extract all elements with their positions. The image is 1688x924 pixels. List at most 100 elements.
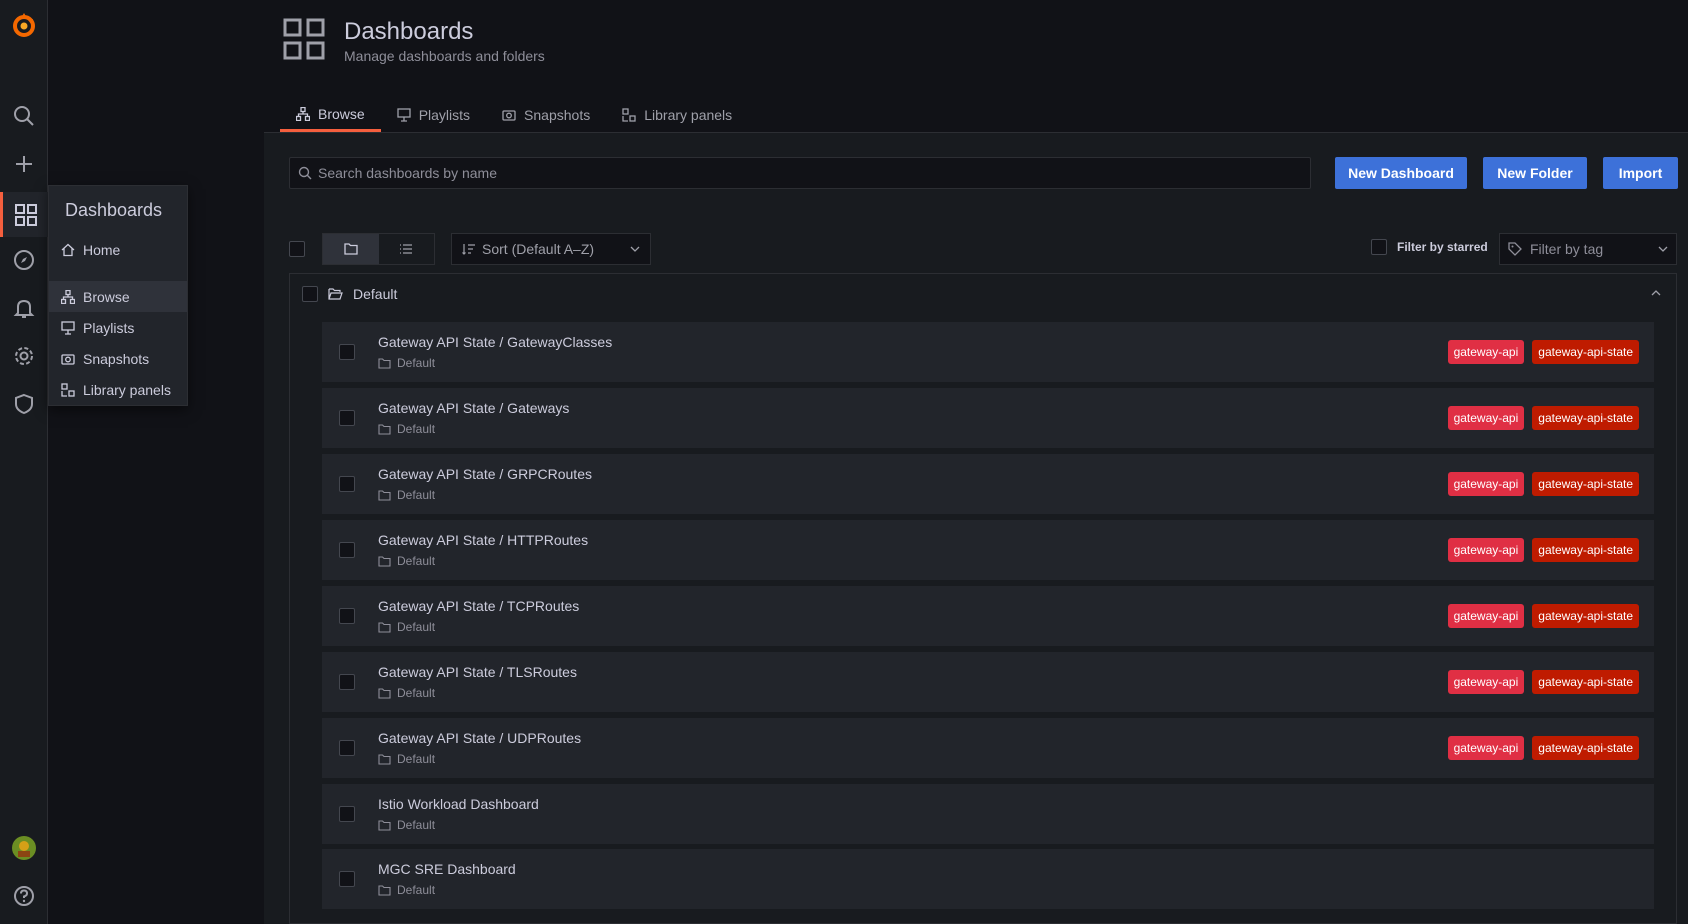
avatar[interactable] xyxy=(0,828,48,868)
dashboard-title[interactable]: Gateway API State / UDPRoutes xyxy=(378,730,581,746)
dashboard-folder: Default xyxy=(397,686,436,700)
row-checkbox[interactable] xyxy=(339,871,355,887)
dashboard-title[interactable]: Gateway API State / TLSRoutes xyxy=(378,664,577,680)
dashboard-title[interactable]: Gateway API State / Gateways xyxy=(378,400,569,416)
folder-checkbox[interactable] xyxy=(302,286,318,302)
row-checkbox[interactable] xyxy=(339,542,355,558)
tag-gateway-api-state[interactable]: gateway-api-state xyxy=(1532,472,1639,496)
folder-icon xyxy=(378,489,391,501)
chevron-up-icon[interactable] xyxy=(1651,290,1661,296)
tab-label: Snapshots xyxy=(524,107,591,123)
dashboards-icon[interactable] xyxy=(0,192,48,237)
gear-icon[interactable] xyxy=(0,336,48,376)
tab-browse[interactable]: Browse xyxy=(280,98,381,132)
dashboard-row[interactable]: Gateway API State / GatewayClasses Defau… xyxy=(322,322,1654,382)
folder-icon xyxy=(378,687,391,699)
presentation-icon xyxy=(397,108,411,122)
search-input[interactable] xyxy=(289,157,1311,189)
tag-gateway-api[interactable]: gateway-api xyxy=(1447,604,1525,628)
sitemap-icon xyxy=(296,106,310,121)
tag-gateway-api-state[interactable]: gateway-api-state xyxy=(1532,604,1639,628)
row-checkbox[interactable] xyxy=(339,806,355,822)
dashboard-title[interactable]: Gateway API State / TCPRoutes xyxy=(378,598,579,614)
flyout-item-library-panels[interactable]: Library panels xyxy=(49,374,187,405)
dashboards-flyout-menu: Dashboards Home Browse Playlists Snapsho… xyxy=(48,185,188,406)
dashboard-title[interactable]: Gateway API State / GatewayClasses xyxy=(378,334,612,350)
grafana-logo-icon[interactable] xyxy=(9,10,39,40)
dashboard-row[interactable]: Gateway API State / UDPRoutes Default ga… xyxy=(322,718,1654,778)
help-icon[interactable] xyxy=(0,876,48,916)
side-nav xyxy=(0,0,48,924)
dashboard-folder: Default xyxy=(397,422,436,436)
tag-gateway-api-state[interactable]: gateway-api-state xyxy=(1532,538,1639,562)
dashboard-folder: Default xyxy=(397,488,436,502)
select-all-checkbox[interactable] xyxy=(289,241,305,257)
flyout-item-snapshots[interactable]: Snapshots xyxy=(49,343,187,374)
tag-gateway-api[interactable]: gateway-api xyxy=(1447,538,1525,562)
row-checkbox[interactable] xyxy=(339,344,355,360)
new-dashboard-button[interactable]: New Dashboard xyxy=(1335,157,1467,189)
import-button[interactable]: Import xyxy=(1603,157,1678,189)
tab-snapshots[interactable]: Snapshots xyxy=(486,98,606,132)
dashboard-title[interactable]: MGC SRE Dashboard xyxy=(378,861,516,877)
flyout-item-browse[interactable]: Browse xyxy=(49,281,187,312)
page-tabs: Browse Playlists Snapshots Library panel… xyxy=(280,98,748,132)
row-checkbox[interactable] xyxy=(339,476,355,492)
flyout-item-playlists[interactable]: Playlists xyxy=(49,312,187,343)
tab-library-panels[interactable]: Library panels xyxy=(606,98,748,132)
dashboard-row[interactable]: MGC SRE Dashboard Default xyxy=(322,849,1654,909)
tag-gateway-api-state[interactable]: gateway-api-state xyxy=(1532,340,1639,364)
dashboard-folder: Default xyxy=(397,554,436,568)
alerting-bell-icon[interactable] xyxy=(0,288,48,328)
search-field[interactable] xyxy=(318,165,1298,181)
row-checkbox[interactable] xyxy=(339,674,355,690)
new-folder-button[interactable]: New Folder xyxy=(1483,157,1587,189)
dashboard-row[interactable]: Gateway API State / TCPRoutes Default ga… xyxy=(322,586,1654,646)
folder-view-button[interactable] xyxy=(323,234,379,264)
dashboard-row[interactable]: Gateway API State / GRPCRoutes Default g… xyxy=(322,454,1654,514)
folder-icon xyxy=(378,423,391,435)
dashboard-title[interactable]: Gateway API State / GRPCRoutes xyxy=(378,466,592,482)
flyout-item-home[interactable]: Home xyxy=(49,234,187,265)
list-view-button[interactable] xyxy=(379,234,435,264)
flyout-item-label: Snapshots xyxy=(83,350,150,367)
dashboard-row[interactable]: Istio Workload Dashboard Default xyxy=(322,784,1654,844)
dashboard-row[interactable]: Gateway API State / Gateways Default gat… xyxy=(322,388,1654,448)
filter-starred[interactable]: Filter by starred xyxy=(1371,239,1488,255)
flyout-title[interactable]: Dashboards xyxy=(49,186,187,234)
search-icon[interactable] xyxy=(0,96,48,136)
plus-icon[interactable] xyxy=(0,144,48,184)
home-icon xyxy=(61,243,75,257)
folder-icon xyxy=(378,884,391,896)
row-checkbox[interactable] xyxy=(339,608,355,624)
filter-starred-checkbox[interactable] xyxy=(1371,239,1387,255)
shield-icon[interactable] xyxy=(0,384,48,424)
tag-gateway-api[interactable]: gateway-api xyxy=(1447,340,1525,364)
camera-icon xyxy=(61,352,75,366)
tag-gateway-api-state[interactable]: gateway-api-state xyxy=(1532,670,1639,694)
tag-gateway-api[interactable]: gateway-api xyxy=(1447,670,1525,694)
tag-gateway-api-state[interactable]: gateway-api-state xyxy=(1532,736,1639,760)
tab-label: Library panels xyxy=(644,107,733,123)
tag-filter-select[interactable]: Filter by tag xyxy=(1499,233,1677,265)
explore-compass-icon[interactable] xyxy=(0,240,48,280)
folder-open-icon xyxy=(328,288,343,300)
dashboard-title[interactable]: Istio Workload Dashboard xyxy=(378,796,539,812)
row-checkbox[interactable] xyxy=(339,740,355,756)
tab-label: Browse xyxy=(318,105,365,122)
tab-playlists[interactable]: Playlists xyxy=(381,98,486,132)
sort-select[interactable]: Sort (Default A–Z) xyxy=(451,233,651,265)
folder-header[interactable]: Default xyxy=(302,286,397,302)
tag-gateway-api[interactable]: gateway-api xyxy=(1447,472,1525,496)
dashboard-row[interactable]: Gateway API State / TLSRoutes Default ga… xyxy=(322,652,1654,712)
tab-label: Playlists xyxy=(418,107,471,123)
flyout-item-label: Home xyxy=(83,241,121,258)
dashboard-title[interactable]: Gateway API State / HTTPRoutes xyxy=(378,532,588,548)
page-title: Dashboards xyxy=(344,18,474,45)
camera-icon xyxy=(502,108,516,122)
row-checkbox[interactable] xyxy=(339,410,355,426)
tag-gateway-api-state[interactable]: gateway-api-state xyxy=(1532,406,1639,430)
dashboard-row[interactable]: Gateway API State / HTTPRoutes Default g… xyxy=(322,520,1654,580)
tag-gateway-api[interactable]: gateway-api xyxy=(1447,736,1525,760)
tag-gateway-api[interactable]: gateway-api xyxy=(1447,406,1525,430)
